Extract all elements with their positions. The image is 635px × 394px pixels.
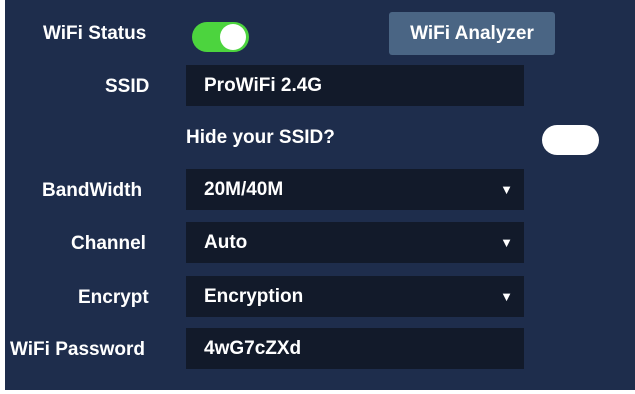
toggle-knob bbox=[220, 24, 246, 50]
encrypt-label: Encrypt bbox=[78, 287, 149, 308]
encrypt-select[interactable]: Encryption ▼ bbox=[186, 276, 524, 317]
channel-select[interactable]: Auto ▼ bbox=[186, 222, 524, 263]
wifi-analyzer-button[interactable]: WiFi Analyzer bbox=[389, 12, 555, 55]
hide-ssid-toggle[interactable] bbox=[542, 125, 599, 155]
wifi-settings-panel: WiFi Status WiFi Analyzer SSID ProWiFi 2… bbox=[5, 0, 635, 390]
hide-ssid-label: Hide your SSID? bbox=[186, 127, 335, 148]
wifi-password-label: WiFi Password bbox=[10, 339, 145, 360]
toggle-knob bbox=[545, 127, 571, 153]
encrypt-value: Encryption bbox=[204, 286, 304, 307]
channel-value: Auto bbox=[204, 232, 248, 253]
wifi-password-input[interactable]: 4wG7cZXd bbox=[186, 328, 524, 369]
ssid-input[interactable]: ProWiFi 2.4G bbox=[186, 65, 524, 106]
channel-label: Channel bbox=[71, 233, 146, 254]
bandwidth-select[interactable]: 20M/40M ▼ bbox=[186, 169, 524, 210]
wifi-status-toggle[interactable] bbox=[192, 22, 249, 52]
chevron-down-icon: ▼ bbox=[500, 289, 513, 304]
chevron-down-icon: ▼ bbox=[500, 182, 513, 197]
ssid-label: SSID bbox=[105, 76, 150, 97]
wifi-status-label: WiFi Status bbox=[43, 23, 147, 44]
bandwidth-label: BandWidth bbox=[42, 180, 143, 201]
bandwidth-value: 20M/40M bbox=[204, 179, 284, 200]
chevron-down-icon: ▼ bbox=[500, 235, 513, 250]
